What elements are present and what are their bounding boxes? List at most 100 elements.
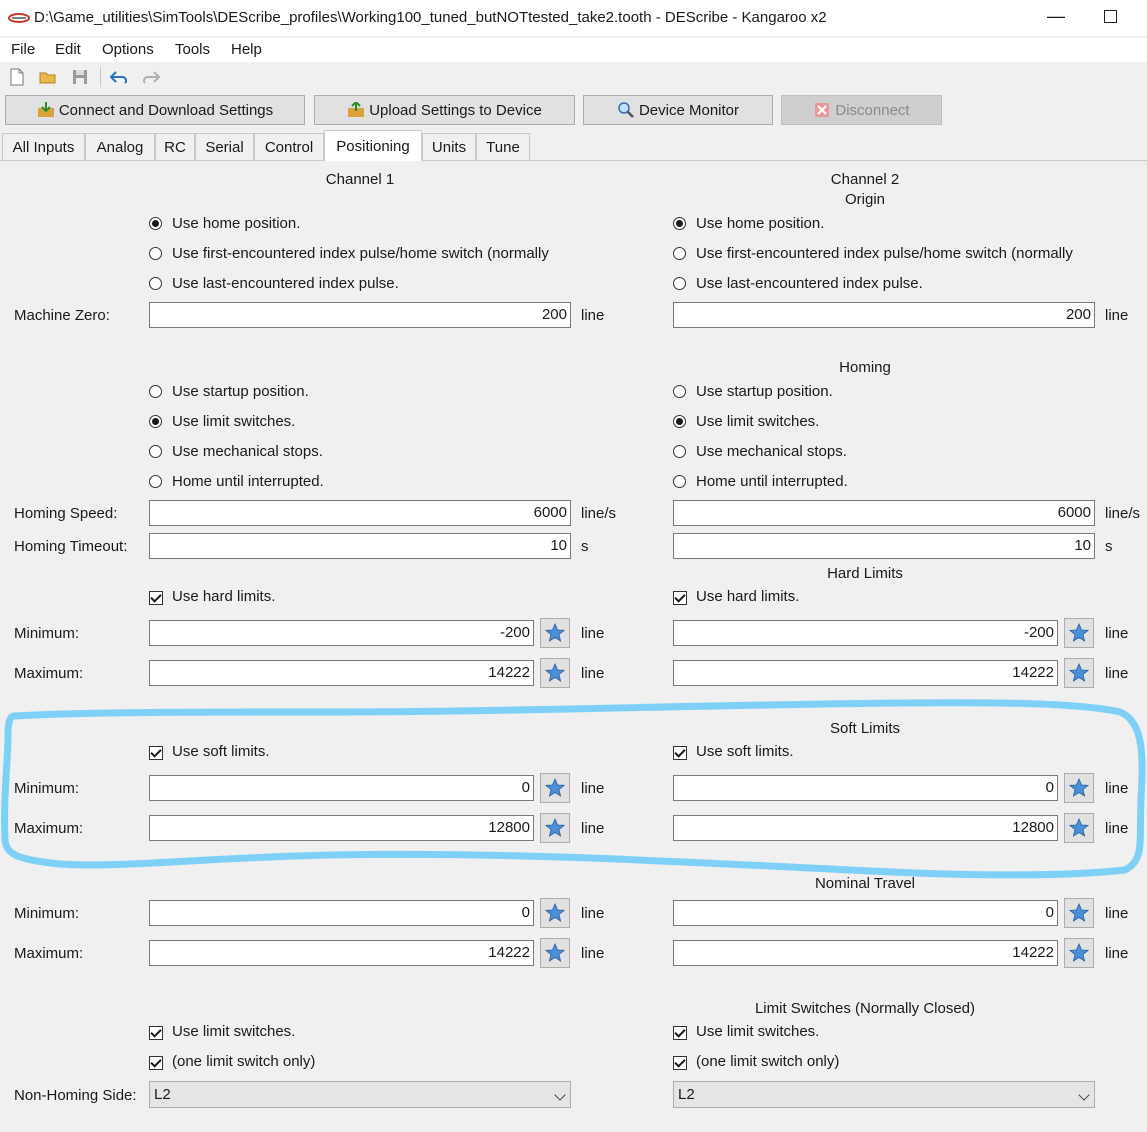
menu-edit[interactable]: Edit xyxy=(55,41,81,58)
ch2-nominal-min-field[interactable]: 0 xyxy=(673,900,1058,926)
ch1-nominal-min-unit: line xyxy=(581,905,605,922)
ch1-one-switch-checkbox[interactable] xyxy=(149,1056,163,1070)
menu-options[interactable]: Options xyxy=(102,41,154,58)
ch1-non-homing-side-value: L2 xyxy=(154,1086,171,1103)
machine-zero-label: Machine Zero: xyxy=(14,307,110,324)
homing-speed-label: Homing Speed: xyxy=(14,505,118,522)
ch1-nominal-max-field[interactable]: 14222 xyxy=(149,940,534,966)
ch1-origin-label-0: Use home position. xyxy=(172,215,301,232)
ch1-machine-zero-field[interactable]: 200 xyxy=(149,302,571,328)
new-file-icon[interactable] xyxy=(7,67,27,87)
save-icon[interactable] xyxy=(70,67,90,87)
ch1-soft-max-field[interactable]: 12800 xyxy=(149,815,534,841)
star-icon xyxy=(545,663,565,682)
menu-help[interactable]: Help xyxy=(231,41,262,58)
ch1-limit-switches-checkbox[interactable] xyxy=(149,1026,163,1040)
ch2-soft-max-field[interactable]: 12800 xyxy=(673,815,1058,841)
ch2-homing-timeout-field[interactable]: 10 xyxy=(673,533,1095,559)
ch2-homing-radio-2[interactable] xyxy=(673,445,686,458)
star-icon xyxy=(1069,943,1089,962)
ch2-machine-zero-field[interactable]: 200 xyxy=(673,302,1095,328)
ch1-homing-radio-1[interactable] xyxy=(149,415,162,428)
ch1-soft-min-star-button[interactable] xyxy=(540,773,570,803)
ch1-soft-checkbox[interactable] xyxy=(149,746,163,760)
ch1-hard-min-field[interactable]: -200 xyxy=(149,620,534,646)
minimize-button[interactable]: — xyxy=(1046,6,1066,28)
device-monitor-label: Device Monitor xyxy=(638,101,740,119)
disconnect-button[interactable]: Disconnect xyxy=(781,95,942,125)
magnifier-icon xyxy=(618,102,634,118)
ch1-nominal-max-star-button[interactable] xyxy=(540,938,570,968)
ch2-hard-max-field[interactable]: 14222 xyxy=(673,660,1058,686)
ch1-nominal-min-field[interactable]: 0 xyxy=(149,900,534,926)
ch2-soft-checkbox[interactable] xyxy=(673,746,687,760)
ch2-soft-min-star-button[interactable] xyxy=(1064,773,1094,803)
ch2-homing-label-0: Use startup position. xyxy=(696,383,833,400)
maximize-button[interactable] xyxy=(1104,10,1117,23)
hard-max-label: Maximum: xyxy=(14,665,84,682)
ch2-soft-max-unit: line xyxy=(1105,820,1129,837)
ch1-homing-radio-0[interactable] xyxy=(149,385,162,398)
toolbar xyxy=(0,62,1147,92)
ch2-homing-radio-1[interactable] xyxy=(673,415,686,428)
connect-download-button[interactable]: Connect and Download Settings xyxy=(5,95,305,125)
ch1-non-homing-side-select[interactable]: L2 xyxy=(149,1081,571,1108)
tab-serial[interactable]: Serial xyxy=(195,133,254,160)
ch2-soft-max-star-button[interactable] xyxy=(1064,813,1094,843)
ch2-homing-radio-0[interactable] xyxy=(673,385,686,398)
open-folder-icon[interactable] xyxy=(38,67,58,87)
menu-tools[interactable]: Tools xyxy=(175,41,210,58)
ch2-one-switch-checkbox[interactable] xyxy=(673,1056,687,1070)
device-monitor-button[interactable]: Device Monitor xyxy=(583,95,773,125)
ch2-hard-max-star-button[interactable] xyxy=(1064,658,1094,688)
ch2-origin-radio-0[interactable] xyxy=(673,217,686,230)
hard-min-label: Minimum: xyxy=(14,625,80,642)
ch1-homing-timeout-unit: s xyxy=(581,538,589,555)
ch2-origin-radio-2[interactable] xyxy=(673,277,686,290)
ch1-hard-max-unit: line xyxy=(581,665,605,682)
ch2-origin-radio-1[interactable] xyxy=(673,247,686,260)
ch2-hard-checkbox[interactable] xyxy=(673,591,687,605)
ch2-hard-min-star-button[interactable] xyxy=(1064,618,1094,648)
ch1-homing-timeout-field[interactable]: 10 xyxy=(149,533,571,559)
ch2-limit-switches-checkbox[interactable] xyxy=(673,1026,687,1040)
ch2-nominal-max-star-button[interactable] xyxy=(1064,938,1094,968)
ch1-soft-max-star-button[interactable] xyxy=(540,813,570,843)
ch2-homing-speed-field[interactable]: 6000 xyxy=(673,500,1095,526)
redo-icon[interactable] xyxy=(141,67,161,87)
menu-file[interactable]: File xyxy=(11,41,35,58)
ch2-nominal-max-field[interactable]: 14222 xyxy=(673,940,1058,966)
ch2-soft-min-field[interactable]: 0 xyxy=(673,775,1058,801)
ch1-hard-min-star-button[interactable] xyxy=(540,618,570,648)
ch2-nominal-min-star-button[interactable] xyxy=(1064,898,1094,928)
ch1-hard-max-star-button[interactable] xyxy=(540,658,570,688)
tab-units[interactable]: Units xyxy=(422,133,476,160)
ch1-hard-checkbox[interactable] xyxy=(149,591,163,605)
ch1-origin-radio-2[interactable] xyxy=(149,277,162,290)
ch1-soft-min-unit: line xyxy=(581,780,605,797)
tab-analog[interactable]: Analog xyxy=(85,133,155,160)
ch1-homing-radio-2[interactable] xyxy=(149,445,162,458)
tab-control[interactable]: Control xyxy=(254,133,324,160)
ch1-nominal-min-star-button[interactable] xyxy=(540,898,570,928)
ch1-hard-max-field[interactable]: 14222 xyxy=(149,660,534,686)
ch1-limit-switches-label: Use limit switches. xyxy=(172,1023,296,1040)
ch1-origin-radio-0[interactable] xyxy=(149,217,162,230)
ch1-homing-speed-field[interactable]: 6000 xyxy=(149,500,571,526)
ch2-homing-radio-3[interactable] xyxy=(673,475,686,488)
tab-rc[interactable]: RC xyxy=(155,133,195,160)
ch2-hard-min-field[interactable]: -200 xyxy=(673,620,1058,646)
ch1-soft-min-field[interactable]: 0 xyxy=(149,775,534,801)
undo-icon[interactable] xyxy=(109,67,129,87)
ch1-origin-radio-1[interactable] xyxy=(149,247,162,260)
tab-positioning[interactable]: Positioning xyxy=(324,130,422,161)
ch1-soft-checkbox-label: Use soft limits. xyxy=(172,743,270,760)
ch2-non-homing-side-select[interactable]: L2 xyxy=(673,1081,1095,1108)
tab-all-inputs[interactable]: All Inputs xyxy=(2,133,85,160)
title-bar: D:\Game_utilities\SimTools\DEScribe_prof… xyxy=(0,0,1147,36)
tab-tune[interactable]: Tune xyxy=(476,133,530,160)
ch2-origin-label-2: Use last-encountered index pulse. xyxy=(696,275,923,292)
star-icon xyxy=(1069,818,1089,837)
upload-settings-button[interactable]: Upload Settings to Device xyxy=(314,95,575,125)
ch1-homing-radio-3[interactable] xyxy=(149,475,162,488)
